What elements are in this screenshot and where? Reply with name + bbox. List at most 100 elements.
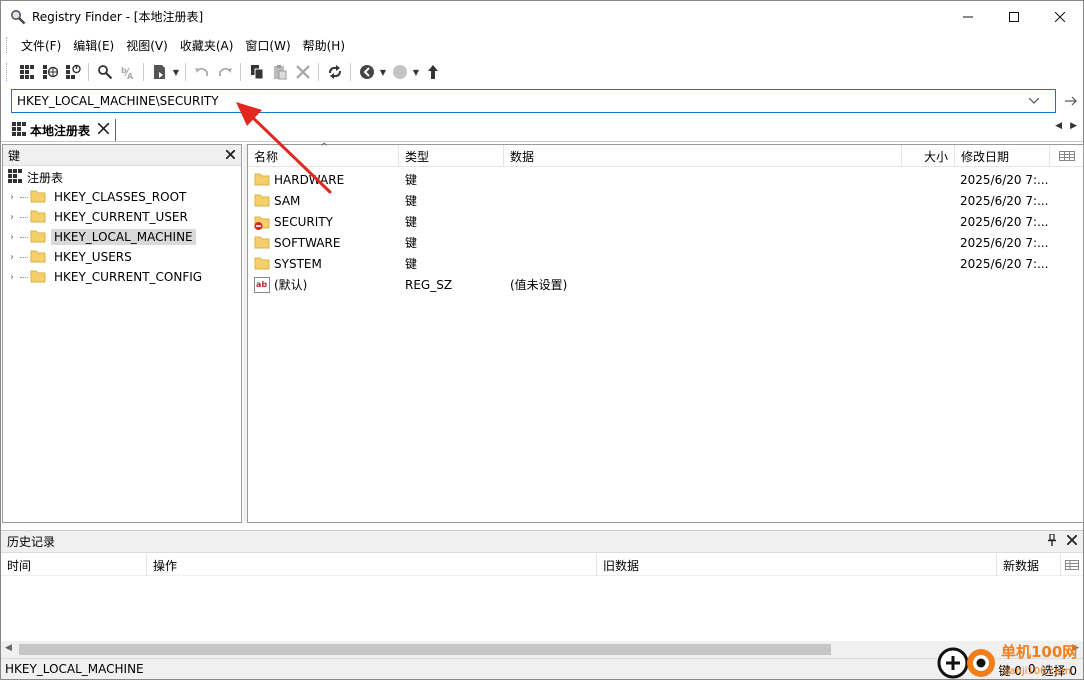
delete-icon[interactable] [291,61,314,83]
list-row[interactable]: SOFTWARE 键 2025/6/20 7:... [248,232,1083,253]
refresh-icon[interactable] [323,61,346,83]
close-button[interactable] [1037,1,1083,32]
watermark-text: 单机100网 [1001,643,1077,661]
history-title: 历史记录 [7,535,56,549]
status-bar: HKEY_LOCAL_MACHINE 键 0 0 选择 0 [1,658,1083,679]
tab-scroll-right-icon[interactable]: ▶ [1070,121,1077,131]
up-icon[interactable] [421,61,444,83]
history-column-time[interactable]: 时间 [1,554,147,576]
history-column-chooser-icon[interactable] [1061,554,1083,576]
address-dropdown-icon[interactable] [1022,90,1046,112]
maximize-button[interactable] [991,1,1037,32]
forward-dropdown-icon[interactable]: ▼ [411,61,421,83]
row-type: 键 [405,194,418,208]
redo-icon[interactable] [213,61,236,83]
copy-icon[interactable] [245,61,268,83]
registry-finder-window: Registry Finder - [本地注册表] 文件(F) 编辑(E) 视图… [0,0,1084,680]
folder-icon [30,209,46,226]
column-modified-label: 修改日期 [961,149,1010,164]
scroll-left-icon[interactable]: ◀ [5,643,12,653]
row-modified: 2025/6/20 7:... [960,214,1049,229]
history-column-new[interactable]: 新数据 [997,554,1061,576]
column-header-modified[interactable]: 修改日期 [955,145,1050,167]
tab-local-registry[interactable]: 本地注册表 [6,119,117,141]
replace-icon[interactable]: bA [116,61,139,83]
key-tree: 注册表 › HKEY_CLASSES_ROOT › HKEY_CURRENT_U… [3,167,241,287]
menu-help[interactable]: 帮助(H) [297,35,351,55]
watermark-logo: 单机100网 danji100.com [935,637,1083,680]
history-action-label: 操作 [153,558,178,573]
key-panel-close-icon[interactable] [225,148,236,162]
row-type: 键 [405,173,418,187]
export-icon[interactable] [148,61,171,83]
scrollbar-thumb[interactable] [19,644,831,655]
row-modified: 2025/6/20 7:... [960,172,1049,187]
column-header-data[interactable]: 数据 [504,145,902,167]
back-dropdown-icon[interactable]: ▼ [378,61,388,83]
toolbar-grip[interactable] [6,63,8,81]
history-close-icon[interactable] [1066,533,1078,550]
row-modified: 2025/6/20 7:... [960,235,1049,250]
menu-edit[interactable]: 编辑(E) [67,35,120,55]
tab-scroll-left-icon[interactable]: ◀ [1055,121,1062,131]
folder-icon [254,172,270,188]
tree-root[interactable]: 注册表 [3,167,241,187]
forward-icon[interactable] [388,61,411,83]
folder-icon [254,235,270,251]
go-arrow-icon[interactable] [1061,91,1081,111]
tab-close-icon[interactable] [97,122,110,137]
history-column-old[interactable]: 旧数据 [597,554,997,576]
menubar-grip[interactable] [6,37,8,53]
tree-item-hkcr[interactable]: › HKEY_CLASSES_ROOT [3,187,241,207]
history-panel: 历史记录 时间 操作 旧数据 新数据 ◀ ▶ [1,530,1083,658]
tree-item-label: HKEY_CURRENT_CONFIG [54,270,203,284]
column-header-type[interactable]: 类型 [399,145,504,167]
undo-icon[interactable] [190,61,213,83]
remote-registry-icon[interactable] [38,61,61,83]
menu-bar: 文件(F) 编辑(E) 视图(V) 收藏夹(A) 窗口(W) 帮助(H) [1,35,351,55]
export-dropdown-icon[interactable]: ▼ [171,61,181,83]
tree-item-hkcc[interactable]: › HKEY_CURRENT_CONFIG [3,267,241,287]
back-icon[interactable] [355,61,378,83]
expand-chevron-icon[interactable]: › [10,272,20,283]
menu-file[interactable]: 文件(F) [15,35,67,55]
column-header-name[interactable]: 名称 ^ [248,142,399,167]
pin-icon[interactable] [1047,532,1057,550]
folder-icon [30,189,46,206]
column-data-label: 数据 [510,149,535,164]
menu-favorites[interactable]: 收藏夹(A) [174,35,240,55]
load-hive-icon[interactable] [61,61,84,83]
minimize-button[interactable] [945,1,991,32]
list-row[interactable]: HARDWARE 键 2025/6/20 7:... [248,169,1083,190]
row-data: (值未设置) [510,278,568,292]
find-icon[interactable] [93,61,116,83]
column-header-size[interactable]: 大小 [902,145,955,167]
tree-item-hklm[interactable]: › HKEY_LOCAL_MACHINE [3,227,241,247]
expand-chevron-icon[interactable]: › [10,212,20,223]
expand-chevron-icon[interactable]: › [10,192,20,203]
paste-icon[interactable] [268,61,291,83]
folder-icon [30,269,46,286]
key-panel-header: 键 [3,145,241,166]
window-title: Registry Finder - [本地注册表] [32,10,204,24]
history-column-action[interactable]: 操作 [147,554,597,576]
list-row[interactable]: ab (默认) REG_SZ (值未设置) [248,274,1083,295]
history-horizontal-scrollbar[interactable]: ◀ ▶ [1,641,1083,658]
watermark-subtext: danji100.com [1003,666,1071,677]
title-bar: Registry Finder - [本地注册表] [1,1,1083,32]
tree-item-hku[interactable]: › HKEY_USERS [3,247,241,267]
tree-item-hkcu[interactable]: › HKEY_CURRENT_USER [3,207,241,227]
menu-view[interactable]: 视图(V) [120,35,174,55]
tree-item-label: HKEY_USERS [54,250,132,264]
list-row[interactable]: SYSTEM 键 2025/6/20 7:... [248,253,1083,274]
list-row[interactable]: SAM 键 2025/6/20 7:... [248,190,1083,211]
key-tree-panel: 键 注册表 › HKEY_CLASSES_ROOT › HKEY_CURRENT… [2,144,242,523]
menu-window[interactable]: 窗口(W) [239,35,296,55]
list-row[interactable]: SECURITY 键 2025/6/20 7:... [248,211,1083,232]
expand-chevron-icon[interactable]: › [10,232,20,243]
address-input[interactable] [12,94,1022,108]
local-registry-icon[interactable] [15,61,38,83]
toolbar-separator [240,63,241,81]
column-chooser-icon[interactable] [1050,145,1083,167]
expand-chevron-icon[interactable]: › [10,252,20,263]
